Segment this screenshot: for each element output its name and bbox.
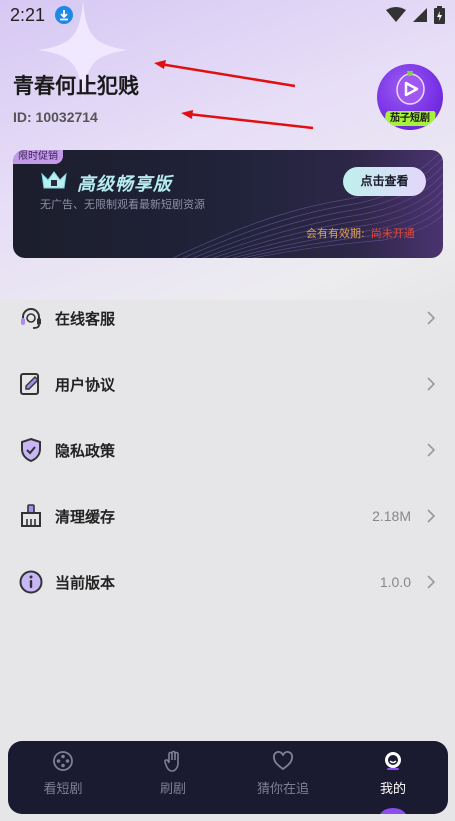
menu-item-user-agreement[interactable]: 用户协议: [0, 351, 455, 417]
logo-text: 茄子短剧: [390, 113, 430, 124]
username: 青春何止犯贱: [13, 74, 139, 98]
tab-label: 我的: [379, 782, 406, 797]
view-details-button[interactable]: 点击查看: [343, 167, 426, 196]
wifi-icon: [386, 7, 406, 22]
active-tab-indicator: [379, 808, 407, 814]
chevron-right-icon: [427, 377, 435, 391]
menu-label: 用户协议: [55, 375, 116, 394]
film-reel-icon: [53, 751, 73, 771]
chevron-right-icon: [427, 443, 435, 457]
broom-icon: [18, 503, 44, 529]
menu-label: 当前版本: [55, 573, 116, 592]
tab-following[interactable]: 猜你在追: [228, 741, 338, 814]
tab-swipe[interactable]: 刷剧: [118, 741, 228, 814]
promo-description: 无广告、无限制观看最新短剧资源: [40, 198, 205, 211]
status-time: 2:21: [10, 4, 46, 25]
info-icon: [18, 569, 44, 595]
battery-icon: [434, 6, 445, 24]
chevron-right-icon: [427, 575, 435, 589]
version-number: 1.0.0: [379, 574, 411, 590]
swipe-hand-icon: [164, 750, 179, 772]
heart-icon: [273, 751, 293, 771]
app-logo[interactable]: 茄子短剧: [377, 64, 443, 130]
status-bar: 2:21: [0, 0, 455, 30]
tab-label: 刷剧: [159, 782, 186, 797]
tab-label: 猜你在追: [256, 782, 309, 797]
menu-label: 清理缓存: [55, 507, 116, 526]
menu-item-privacy-policy[interactable]: 隐私政策: [0, 417, 455, 483]
crown-icon: [41, 171, 67, 189]
expiry-info: 会有有效期: 尚未开通: [306, 225, 415, 241]
cache-size: 2.18M: [372, 508, 411, 524]
headset-icon: [18, 305, 44, 331]
profile-icon: [385, 752, 401, 770]
chevron-right-icon: [427, 311, 435, 325]
bottom-tab-bar: 看短剧 刷剧 猜你在追 我的: [8, 741, 448, 814]
tab-label: 看短剧: [43, 782, 83, 797]
expiry-value: 尚未开通: [370, 227, 415, 240]
user-id: ID: 10032714: [13, 109, 98, 125]
settings-menu: 在线客服 用户协议 隐私政策 清理缓存 2.18M 当前版本 1.0.0: [0, 285, 455, 615]
signal-icon: [413, 8, 427, 22]
chevron-right-icon: [427, 509, 435, 523]
download-icon: [55, 6, 74, 24]
menu-item-customer-service[interactable]: 在线客服: [0, 285, 455, 351]
menu-label: 隐私政策: [55, 441, 116, 460]
menu-item-current-version[interactable]: 当前版本 1.0.0: [0, 549, 455, 615]
expiry-label: 会有有效期:: [306, 227, 365, 240]
menu-item-clear-cache[interactable]: 清理缓存 2.18M: [0, 483, 455, 549]
edit-document-icon: [18, 371, 44, 397]
eggplant-play-icon: [396, 71, 425, 105]
tab-mine[interactable]: 我的: [338, 741, 448, 814]
menu-label: 在线客服: [55, 309, 116, 328]
premium-promo-card[interactable]: 限时促销 高级畅享版 无广告、无限制观看最新短剧资源 点击查看 会有有效期: 尚未…: [13, 150, 443, 258]
shield-check-icon: [18, 437, 44, 463]
tab-watch-dramas[interactable]: 看短剧: [8, 741, 118, 814]
promo-tag: 限时促销: [13, 150, 63, 164]
promo-title: 高级畅享版: [77, 174, 172, 195]
